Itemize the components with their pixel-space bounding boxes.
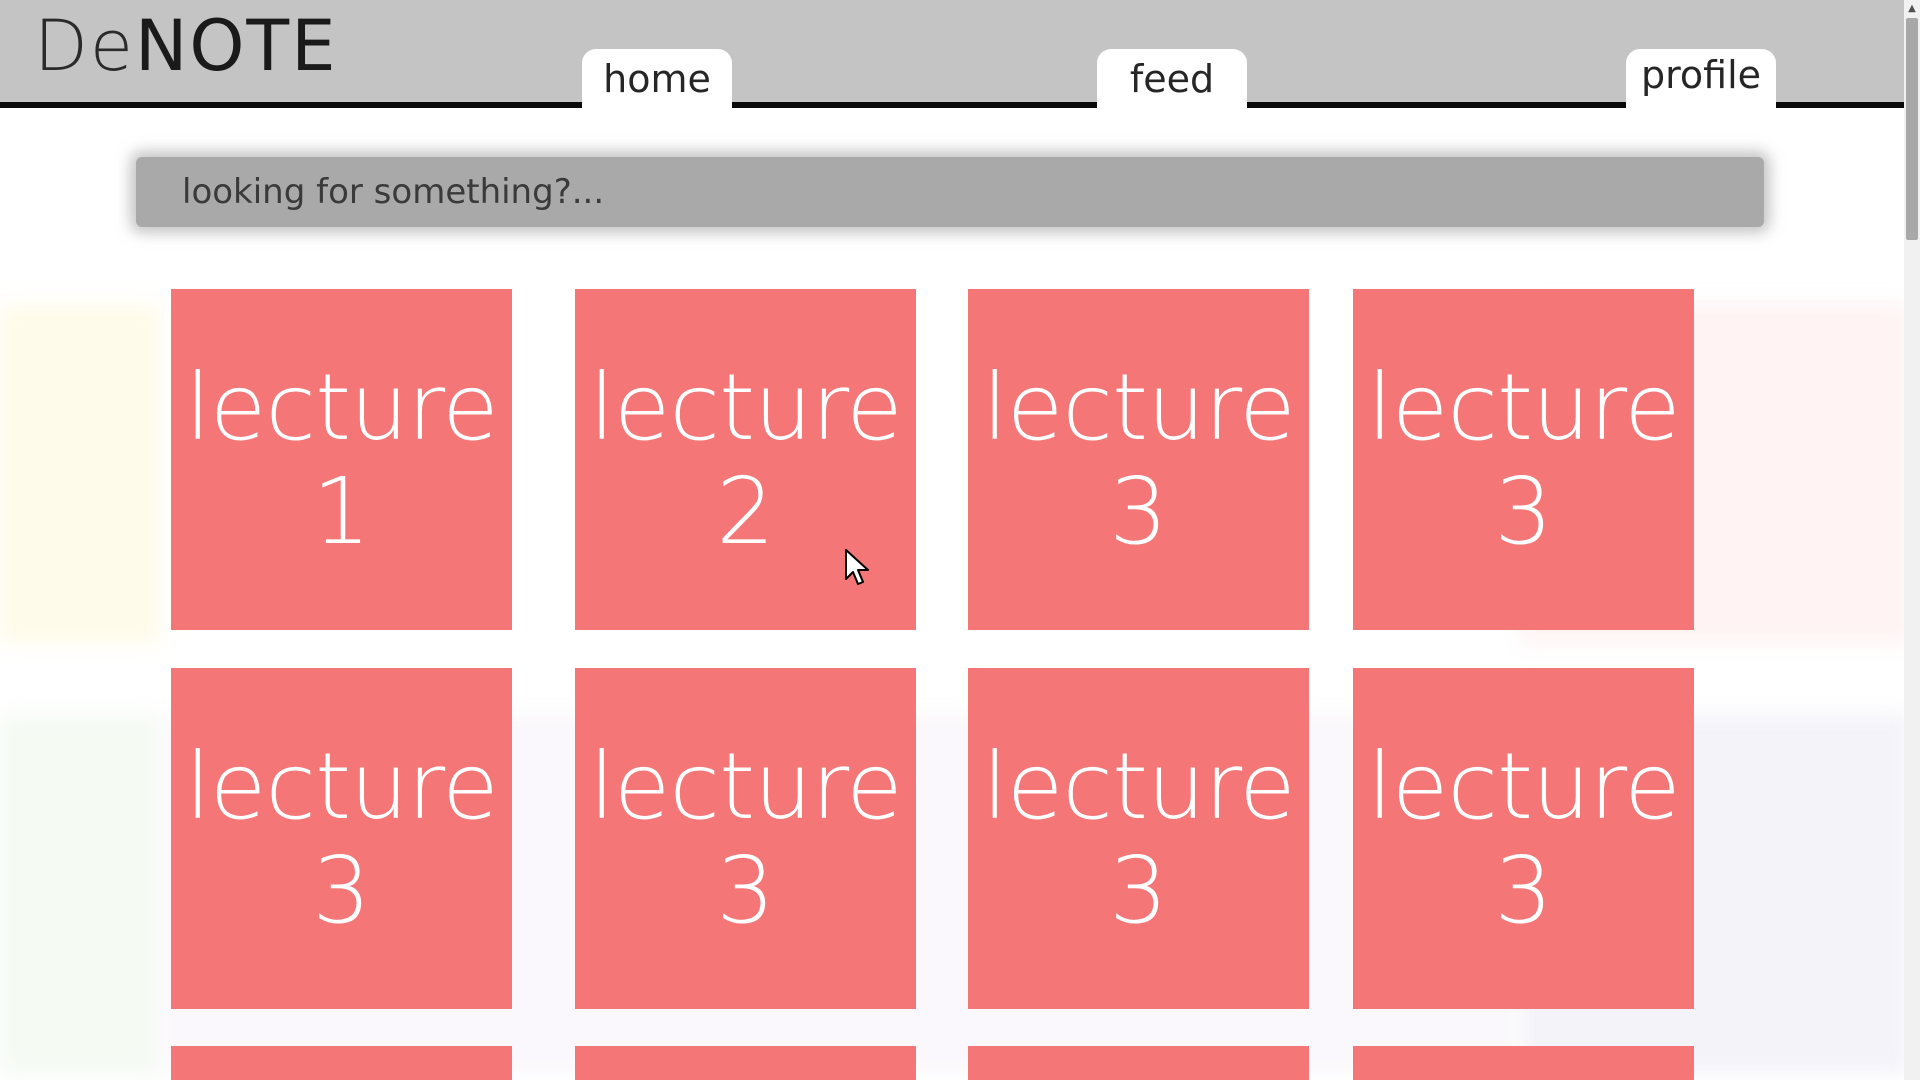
lecture-tile-number: 3 [1109, 457, 1168, 565]
lecture-tile[interactable] [171, 1046, 512, 1080]
lecture-tile-title: lecture [185, 353, 499, 461]
nav-tab-profile[interactable]: profile [1626, 49, 1776, 108]
lecture-tile[interactable] [968, 1046, 1309, 1080]
lecture-tile[interactable]: lecture 3 [968, 289, 1309, 630]
lecture-tile-title: lecture [982, 732, 1296, 840]
lecture-tile[interactable]: lecture 3 [1353, 289, 1694, 630]
lecture-tile[interactable] [575, 1046, 916, 1080]
logo-text-de: De [34, 5, 135, 87]
lecture-tile-title: lecture [589, 353, 903, 461]
lecture-tile[interactable]: lecture 3 [1353, 668, 1694, 1009]
top-header: DeNOTE home feed profile [0, 0, 1904, 108]
lecture-tile-title: lecture [1367, 353, 1681, 461]
nav-tab-feed[interactable]: feed [1097, 49, 1247, 108]
lecture-tile[interactable]: lecture 1 [171, 289, 512, 630]
scroll-up-arrow-icon[interactable]: ▲ [1904, 0, 1920, 16]
lecture-tile-number: 3 [312, 836, 371, 944]
lecture-tile-number: 1 [312, 457, 371, 565]
app-logo[interactable]: DeNOTE [34, 4, 337, 88]
lecture-tile[interactable]: lecture 3 [575, 668, 916, 1009]
page: DeNOTE home feed profile lecture 1 lectu… [0, 0, 1920, 1080]
lecture-tile-title: lecture [982, 353, 1296, 461]
lecture-tile[interactable]: lecture 3 [171, 668, 512, 1009]
scrollbar-thumb[interactable] [1906, 18, 1918, 240]
search-input[interactable] [136, 157, 1764, 227]
search-bar [136, 157, 1764, 227]
lecture-tile[interactable] [1353, 1046, 1694, 1080]
lecture-tile-number: 3 [1109, 836, 1168, 944]
lecture-tile-title: lecture [185, 732, 499, 840]
logo-text-note: NOTE [134, 5, 338, 87]
bg-block [0, 714, 160, 1074]
lecture-tile[interactable]: lecture 3 [968, 668, 1309, 1009]
mouse-pointer-icon [845, 549, 869, 585]
lecture-tile-title: lecture [1367, 732, 1681, 840]
lecture-tile-number: 3 [1494, 836, 1553, 944]
lecture-tile-number: 3 [716, 836, 775, 944]
bg-block [0, 304, 160, 644]
vertical-scrollbar[interactable]: ▲ [1904, 0, 1920, 1080]
nav-tab-home[interactable]: home [582, 49, 732, 108]
lecture-tile-number: 3 [1494, 457, 1553, 565]
lecture-tile-title: lecture [589, 732, 903, 840]
lecture-tile-number: 2 [716, 457, 775, 565]
